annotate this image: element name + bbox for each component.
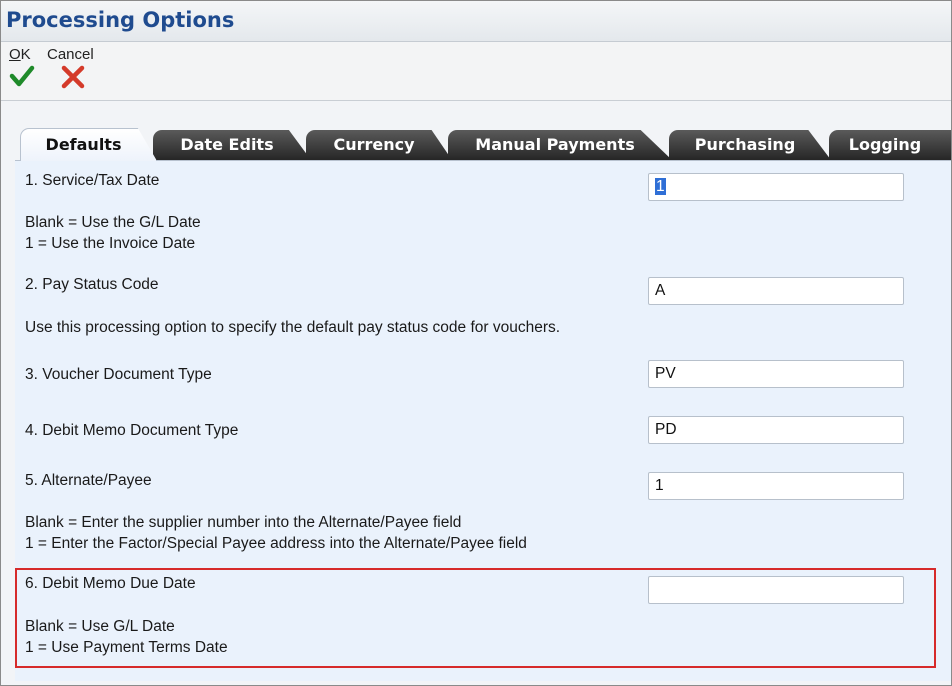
option-5-desc-1: Blank = Enter the supplier number into t… <box>25 514 462 531</box>
checkmark-icon <box>9 65 35 87</box>
cancel-button[interactable]: Cancel <box>47 46 94 90</box>
option-2-desc-1: Use this processing option to specify th… <box>25 319 561 336</box>
option-6-label: 6. Debit Memo Due Date <box>25 575 196 592</box>
option-1-label: 1. Service/Tax Date <box>25 172 160 189</box>
tab-strip: Defaults Date Edits Currency Manual Paym… <box>1 128 951 161</box>
red-x-icon <box>61 65 85 89</box>
debit-memo-due-date-field[interactable] <box>648 576 904 604</box>
toolbar: OK Cancel <box>1 42 951 101</box>
voucher-document-type-field[interactable]: PV <box>648 360 904 388</box>
option-1-desc-2: 1 = Use the Invoice Date <box>25 235 196 252</box>
ok-button[interactable]: OK <box>9 46 35 88</box>
option-1-desc-1: Blank = Use the G/L Date <box>25 214 201 231</box>
option-6-desc-1: Blank = Use G/L Date <box>25 618 175 635</box>
option-3-label: 3. Voucher Document Type <box>25 366 212 383</box>
defaults-panel: 1. Service/Tax Date 1 Blank = Use the G/… <box>15 160 951 681</box>
alternate-payee-field[interactable]: 1 <box>648 472 904 500</box>
ok-label: OK <box>9 46 31 63</box>
option-5-label: 5. Alternate/Payee <box>25 472 152 489</box>
content-area: Defaults Date Edits Currency Manual Paym… <box>1 101 951 685</box>
service-tax-date-field[interactable]: 1 <box>648 173 904 201</box>
tab-defaults[interactable]: Defaults <box>20 128 157 161</box>
tab-purchasing[interactable]: Purchasing <box>669 130 831 160</box>
tab-manual-payments[interactable]: Manual Payments <box>448 130 672 160</box>
tab-currency[interactable]: Currency <box>306 130 452 160</box>
cancel-label: Cancel <box>47 46 94 63</box>
option-6-desc-2: 1 = Use Payment Terms Date <box>25 639 228 656</box>
window-title: Processing Options <box>6 8 235 32</box>
tab-logging[interactable]: Logging <box>829 130 951 160</box>
option-4-label: 4. Debit Memo Document Type <box>25 422 239 439</box>
option-5-desc-2: 1 = Enter the Factor/Special Payee addre… <box>25 535 527 552</box>
title-bar: Processing Options <box>1 1 951 42</box>
processing-options-window: Processing Options OK Cancel Defaults Da… <box>0 0 952 686</box>
tab-date-edits[interactable]: Date Edits <box>153 130 311 160</box>
debit-memo-document-type-field[interactable]: PD <box>648 416 904 444</box>
pay-status-code-field[interactable]: A <box>648 277 904 305</box>
option-2-label: 2. Pay Status Code <box>25 276 159 293</box>
